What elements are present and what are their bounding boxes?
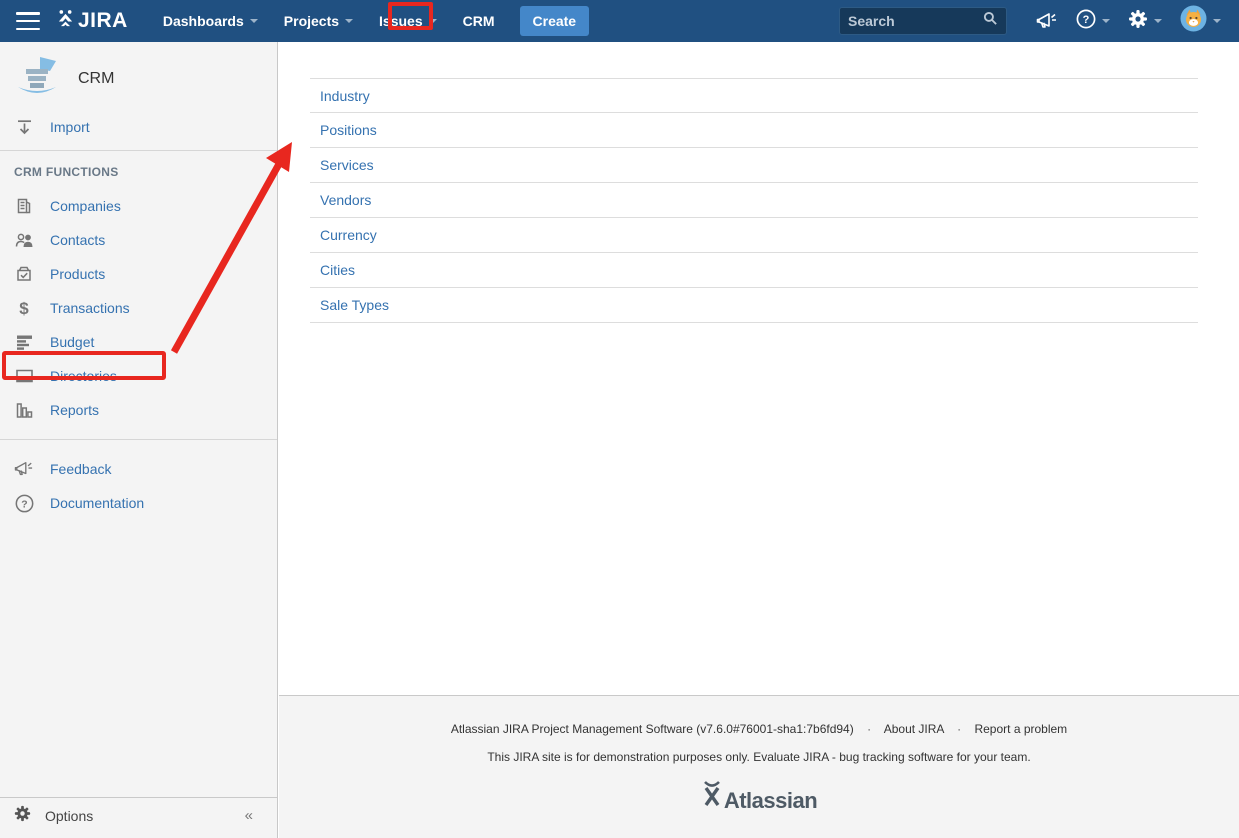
- drawer-icon: [14, 368, 34, 384]
- search-box[interactable]: [839, 7, 1007, 35]
- help-icon: ?: [1076, 9, 1096, 34]
- collapse-sidebar-icon[interactable]: «: [245, 807, 263, 824]
- bar-chart-icon: [14, 402, 34, 419]
- directory-row: Industry: [310, 78, 1198, 113]
- directory-link-positions[interactable]: Positions: [320, 122, 377, 138]
- sidebar-item-label[interactable]: Documentation: [50, 495, 144, 511]
- gear-icon: [14, 805, 31, 827]
- atlassian-wordmark: Atlassian: [724, 791, 817, 811]
- sidebar-item-documentation[interactable]: ? Documentation: [0, 486, 277, 520]
- sidebar-item-label[interactable]: Contacts: [50, 232, 105, 248]
- sidebar-item-products[interactable]: Products: [0, 257, 277, 291]
- jira-charlie-icon: [56, 9, 75, 34]
- sidebar-item-label[interactable]: Directories: [50, 368, 117, 384]
- chevron-down-icon: [1154, 19, 1162, 23]
- sidebar-divider: [0, 439, 277, 440]
- dollar-icon: $: [14, 300, 34, 317]
- directory-row: Vendors: [310, 183, 1198, 218]
- crm-app-title: CRM: [78, 70, 114, 88]
- user-menu[interactable]: [1171, 5, 1225, 37]
- sidebar-item-import[interactable]: Import: [0, 110, 277, 144]
- crm-app-header: CRM: [0, 42, 277, 110]
- crm-sidebar: CRM Import CRM FUNCTIONS: [0, 42, 278, 838]
- megaphone-icon: [14, 460, 34, 478]
- svg-text:?: ?: [1083, 14, 1090, 26]
- directory-link-services[interactable]: Services: [320, 157, 374, 173]
- avatar: [1180, 5, 1207, 37]
- directory-link-sale-types[interactable]: Sale Types: [320, 297, 389, 313]
- footer-software-info: Atlassian JIRA Project Management Softwa…: [451, 722, 854, 736]
- crm-app-icon: [14, 55, 60, 104]
- sidebar-item-label[interactable]: Transactions: [50, 300, 130, 316]
- hamburger-menu-icon[interactable]: [16, 12, 40, 30]
- chevron-down-icon: [1213, 19, 1221, 23]
- question-circle-icon: ?: [14, 494, 34, 513]
- directory-link-vendors[interactable]: Vendors: [320, 192, 371, 208]
- chevron-down-icon: [429, 19, 437, 23]
- options-label: Options: [45, 808, 231, 824]
- sidebar-item-contacts[interactable]: Contacts: [0, 223, 277, 257]
- nav-issues[interactable]: Issues: [366, 0, 450, 42]
- create-button[interactable]: Create: [520, 6, 590, 36]
- footer-demo-notice: This JIRA site is for demonstration purp…: [279, 750, 1239, 764]
- directory-row: Positions: [310, 113, 1198, 148]
- options-bar[interactable]: Options «: [0, 797, 277, 833]
- sidebar-section-title: CRM FUNCTIONS: [0, 157, 277, 189]
- directory-row: Services: [310, 148, 1198, 183]
- primary-nav: Dashboards Projects Issues CRM Create: [150, 0, 589, 42]
- directory-row: Cities: [310, 253, 1198, 288]
- directories-list: Industry Positions Services Vendors Curr…: [310, 78, 1198, 323]
- atlassian-logo: Atlassian: [701, 780, 817, 811]
- directory-link-cities[interactable]: Cities: [320, 262, 355, 278]
- nav-projects[interactable]: Projects: [271, 0, 366, 42]
- sidebar-item-label[interactable]: Companies: [50, 198, 121, 214]
- help-menu[interactable]: ?: [1067, 0, 1119, 42]
- svg-text:?: ?: [21, 499, 27, 510]
- jira-crm-page: JIRA Dashboards Projects Issues CRM Crea…: [0, 0, 1239, 838]
- directory-link-currency[interactable]: Currency: [320, 227, 377, 243]
- atlassian-mark-icon: [701, 780, 723, 811]
- gear-icon: [1128, 9, 1148, 34]
- sidebar-item-label[interactable]: Import: [50, 119, 90, 135]
- box-check-icon: [14, 265, 34, 283]
- sidebar-divider: [0, 150, 277, 151]
- chevron-down-icon: [345, 19, 353, 23]
- page-footer: Atlassian JIRA Project Management Softwa…: [279, 695, 1239, 838]
- sidebar-item-directories[interactable]: Directories: [0, 359, 277, 393]
- main-content: Industry Positions Services Vendors Curr…: [279, 42, 1239, 838]
- people-icon: [14, 232, 34, 249]
- sidebar-item-label[interactable]: Products: [50, 266, 105, 282]
- directory-row: Currency: [310, 218, 1198, 253]
- directory-row: Sale Types: [310, 288, 1198, 323]
- sidebar-item-label[interactable]: Budget: [50, 334, 94, 350]
- building-icon: [14, 197, 34, 215]
- chevron-down-icon: [250, 19, 258, 23]
- sidebar-item-budget[interactable]: Budget: [0, 325, 277, 359]
- jira-logo[interactable]: JIRA: [56, 9, 128, 34]
- search-icon[interactable]: [983, 11, 998, 31]
- import-icon: [14, 119, 34, 136]
- report-problem-link[interactable]: Report a problem: [974, 722, 1067, 736]
- sidebar-item-label[interactable]: Feedback: [50, 461, 111, 477]
- sidebar-item-feedback[interactable]: Feedback: [0, 452, 277, 486]
- announcements-megaphone-icon[interactable]: [1027, 0, 1067, 42]
- top-navbar: JIRA Dashboards Projects Issues CRM Crea…: [0, 0, 1239, 42]
- sidebar-item-reports[interactable]: Reports: [0, 393, 277, 427]
- sidebar-item-companies[interactable]: Companies: [0, 189, 277, 223]
- nav-dashboards[interactable]: Dashboards: [150, 0, 271, 42]
- search-input[interactable]: [848, 13, 983, 29]
- directory-link-industry[interactable]: Industry: [320, 88, 370, 104]
- footer-software-line: Atlassian JIRA Project Management Softwa…: [279, 722, 1239, 736]
- about-jira-link[interactable]: About JIRA: [884, 722, 944, 736]
- jira-wordmark: JIRA: [78, 9, 128, 33]
- admin-settings-menu[interactable]: [1119, 0, 1171, 42]
- nav-crm[interactable]: CRM: [450, 0, 508, 42]
- stacked-bars-icon: [14, 334, 34, 350]
- sidebar-item-label[interactable]: Reports: [50, 402, 99, 418]
- sidebar-item-transactions[interactable]: $ Transactions: [0, 291, 277, 325]
- chevron-down-icon: [1102, 19, 1110, 23]
